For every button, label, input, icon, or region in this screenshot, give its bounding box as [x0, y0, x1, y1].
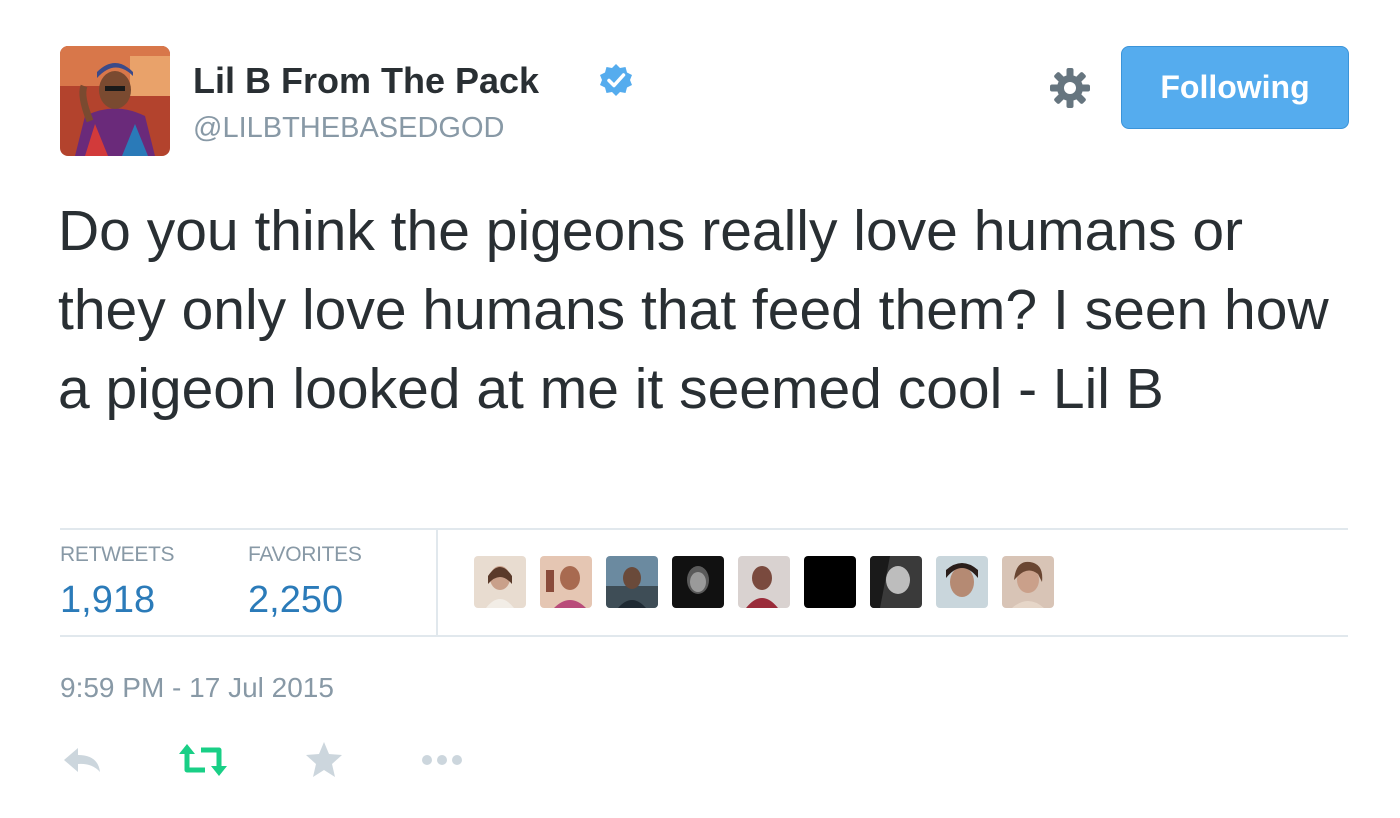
display-name[interactable]: Lil B From The Pack: [193, 60, 539, 102]
avatar-image: [60, 46, 170, 156]
favoriter-avatar[interactable]: [936, 556, 988, 608]
stats-bottom-divider: [60, 635, 1348, 637]
stats-top-divider: [60, 528, 1348, 530]
tweet-text: Do you think the pigeons really love hum…: [58, 199, 1329, 421]
favoriter-avatar[interactable]: [804, 556, 856, 608]
retweets-label: RETWEETS: [60, 543, 175, 566]
retweets-count: 1,918: [60, 579, 156, 621]
favoriter-avatar[interactable]: [672, 556, 724, 608]
favoriter-avatar[interactable]: [1002, 556, 1054, 608]
retweet-icon[interactable]: [177, 738, 227, 782]
favoriter-avatar[interactable]: [474, 556, 526, 608]
reply-icon[interactable]: [60, 738, 110, 782]
favorites-label: FAVORITES: [248, 543, 362, 566]
stats-vertical-divider: [436, 530, 438, 636]
user-handle[interactable]: @LILBTHEBASEDGOD: [193, 112, 504, 145]
favoriter-avatar[interactable]: [540, 556, 592, 608]
favorites-stat[interactable]: FAVORITES 2,250: [248, 543, 362, 622]
more-icon[interactable]: [418, 738, 468, 782]
user-avatar[interactable]: [60, 46, 170, 156]
favoriters-avatars: [474, 556, 1068, 608]
favorites-count: 2,250: [248, 579, 344, 621]
gear-icon[interactable]: [1046, 64, 1094, 112]
retweets-stat[interactable]: RETWEETS 1,918: [60, 543, 175, 622]
tweet-timestamp[interactable]: 9:59 PM - 17 Jul 2015: [60, 672, 334, 704]
favoriter-avatar[interactable]: [870, 556, 922, 608]
verified-badge-icon: [600, 64, 632, 96]
following-button[interactable]: Following: [1121, 46, 1349, 129]
favoriter-avatar[interactable]: [606, 556, 658, 608]
star-icon[interactable]: [302, 738, 352, 782]
favoriter-avatar[interactable]: [738, 556, 790, 608]
